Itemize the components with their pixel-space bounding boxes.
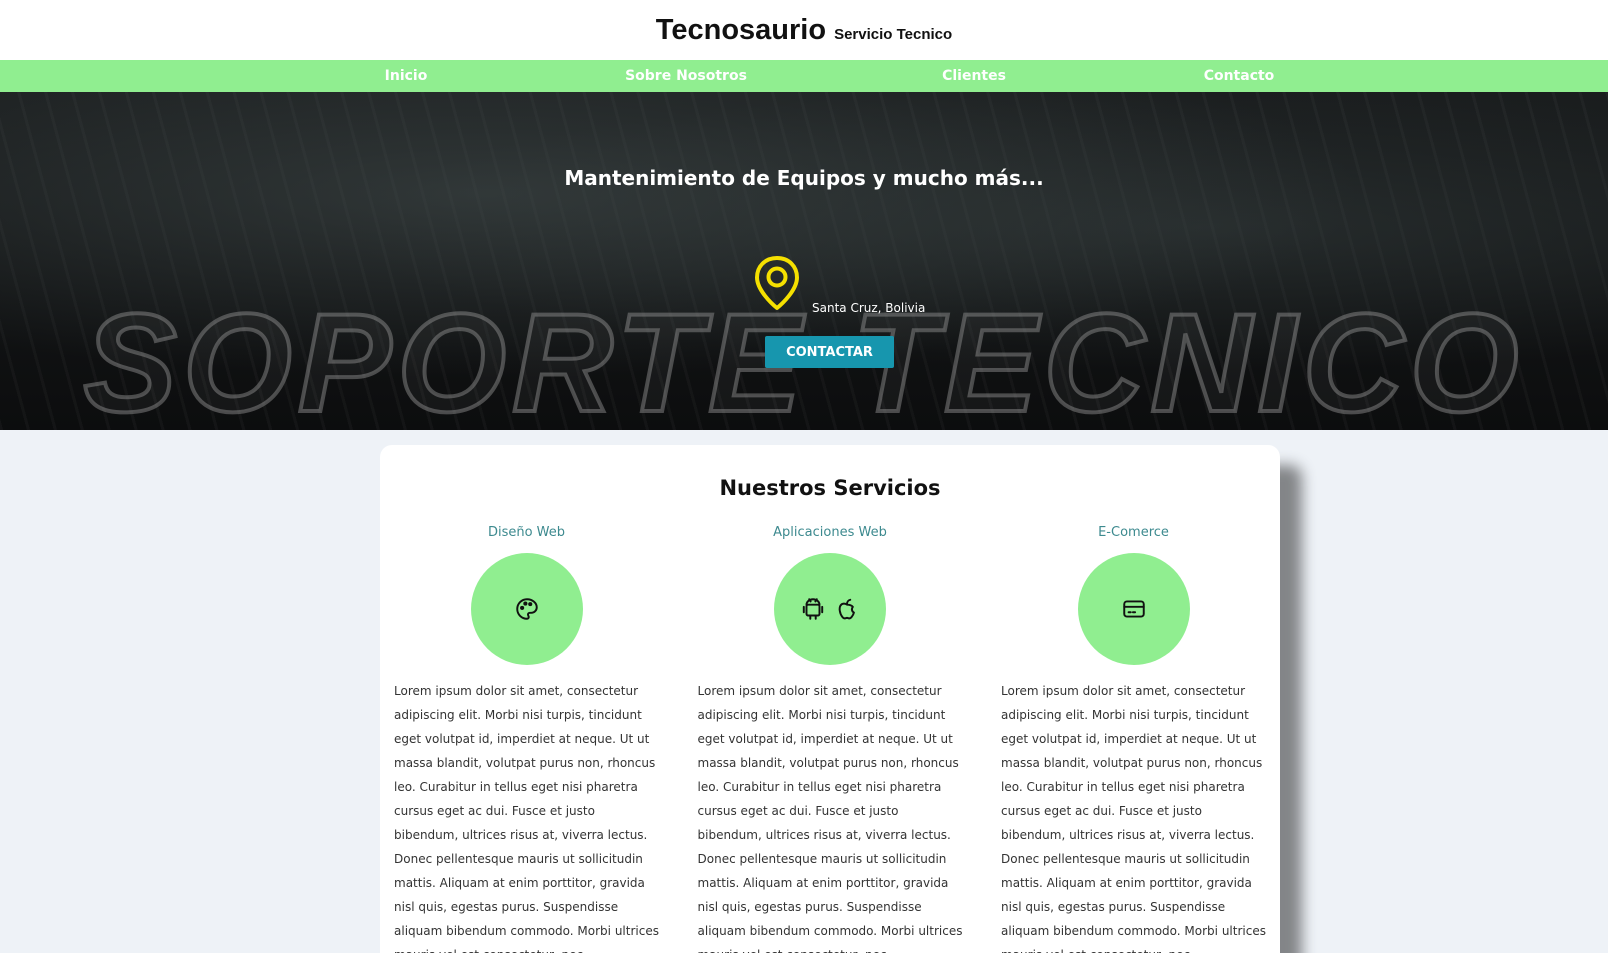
service-icon-circle <box>470 553 583 665</box>
contact-button[interactable]: CONTACTAR <box>765 336 894 368</box>
service-description: Lorem ipsum dolor sit amet, consectetur … <box>394 684 659 953</box>
nav-item-clientes[interactable]: Clientes <box>942 60 1006 92</box>
site-header: Tecnosaurio Servicio Tecnico <box>0 0 1608 60</box>
hero-title: Mantenimiento de Equipos y mucho más... <box>564 166 1044 190</box>
service-item-diseno-web: Diseño Web Lorem ipsum dolor sit amet, c… <box>394 525 659 953</box>
brand-subtitle: Servicio Tecnico <box>834 25 953 43</box>
nav-item-contacto[interactable]: Contacto <box>1204 60 1275 92</box>
service-name: Aplicaciones Web <box>773 525 887 540</box>
services-list: Diseño Web Lorem ipsum dolor sit amet, c… <box>380 525 1280 953</box>
services-card: Nuestros Servicios Diseño Web Lorem ipsu… <box>380 445 1280 953</box>
nav-item-inicio[interactable]: Inicio <box>385 60 428 92</box>
service-icon-circle <box>1077 553 1190 665</box>
hero-banner: SOPORTE TECNICO Mantenimiento de Equipos… <box>0 92 1608 430</box>
service-description: Lorem ipsum dolor sit amet, consectetur … <box>697 684 963 953</box>
service-icon-circle <box>774 553 886 665</box>
brand[interactable]: Tecnosaurio Servicio Tecnico <box>656 14 952 47</box>
main-nav: Inicio Sobre Nosotros Clientes Contacto <box>0 60 1608 92</box>
service-item-aplicaciones-web: Aplicaciones Web Lorem ipsum dolor sit a… <box>698 525 963 953</box>
service-item-e-comerce: E-Comerce Lorem ipsum dolor sit amet, co… <box>1001 525 1266 953</box>
apple-icon <box>838 598 855 620</box>
android-icon <box>802 598 824 620</box>
palette-icon <box>515 598 538 620</box>
services-title: Nuestros Servicios <box>719 476 941 500</box>
service-description: Lorem ipsum dolor sit amet, consectetur … <box>1001 684 1266 953</box>
service-name: E-Comerce <box>1098 525 1169 540</box>
main-content: Nuestros Servicios Diseño Web Lorem ipsu… <box>0 430 1608 953</box>
map-pin-icon <box>755 256 799 310</box>
nav-item-sobre-nosotros[interactable]: Sobre Nosotros <box>625 60 747 92</box>
location-text: Santa Cruz, Bolivia <box>812 301 926 315</box>
service-name: Diseño Web <box>487 525 566 540</box>
brand-title: Tecnosaurio <box>655 13 827 46</box>
credit-card-icon <box>1122 600 1145 618</box>
